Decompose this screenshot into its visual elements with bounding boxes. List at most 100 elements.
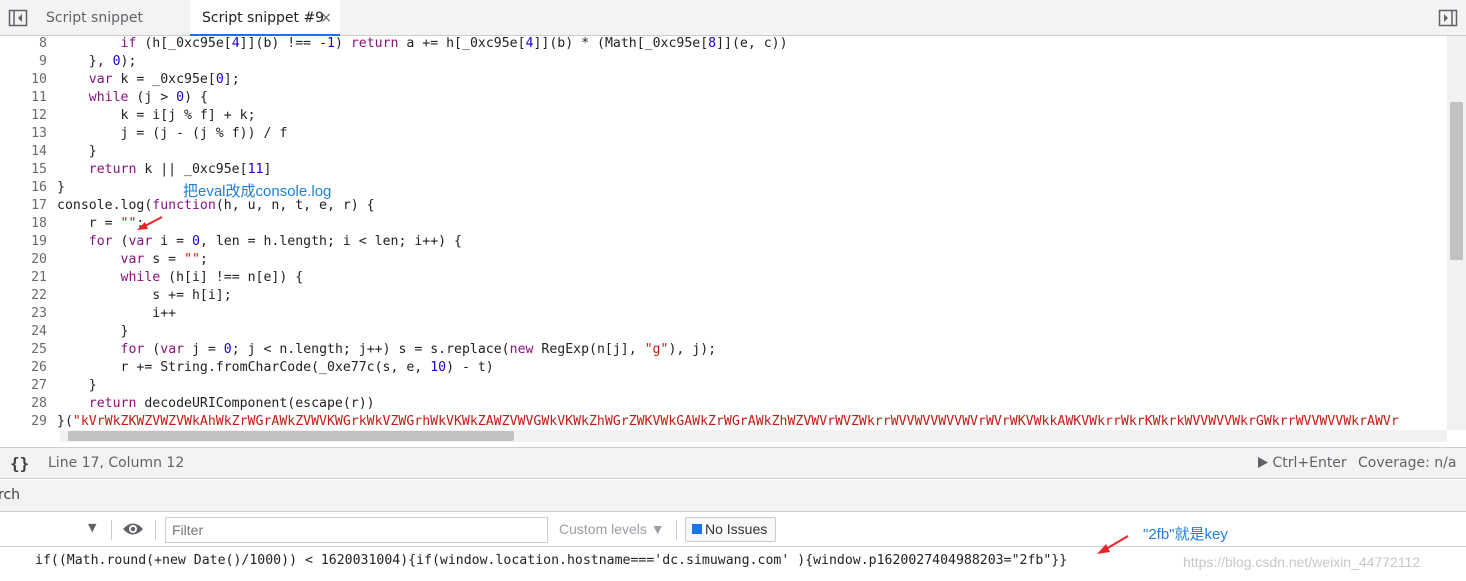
line-number[interactable]: 11 — [0, 89, 47, 107]
line-number[interactable]: 16 — [0, 179, 47, 197]
pretty-print-icon[interactable]: {} — [10, 454, 29, 473]
code-line[interactable]: 29}("kVrWkZKWZVWZVWkAhWkZrWGrAWkZVWVKWGr… — [0, 413, 1447, 430]
code-line[interactable]: 18 r = ""; — [0, 215, 1447, 233]
run-snippet-button[interactable]: Ctrl+Enter — [1258, 455, 1347, 471]
code-token: ] — [263, 162, 272, 177]
code-line[interactable]: 14 } — [0, 143, 1447, 161]
line-number[interactable]: 15 — [0, 161, 47, 179]
code-line[interactable]: 25 for (var j = 0; j < n.length; j++) s … — [0, 341, 1447, 359]
code-token: (h[i] !== n[e]) { — [160, 270, 304, 285]
code-token: while — [120, 270, 161, 285]
code-token: } — [57, 180, 65, 195]
code-token: ) { — [184, 90, 208, 105]
code-token: r += String.fromCharCode(_0xe77c(s, e, — [120, 360, 431, 375]
vertical-scrollbar[interactable] — [1447, 36, 1466, 430]
line-number[interactable]: 17 — [0, 197, 47, 215]
code-line[interactable]: 9 }, 0); — [0, 53, 1447, 71]
code-line[interactable]: 22 s += h[i]; — [0, 287, 1447, 305]
code-token: console.log( — [57, 198, 153, 213]
code-token: var — [160, 342, 185, 357]
code-line[interactable]: 8 if (h[_0xc95e[4]](b) !== -1) return a … — [0, 36, 1447, 53]
tab-script-snippet-15[interactable]: Script snippet #15 — [34, 0, 180, 62]
scrollbar-thumb[interactable] — [68, 431, 514, 441]
line-number[interactable]: 13 — [0, 125, 47, 143]
code-text: } — [57, 377, 97, 395]
code-text: k = i[j % f] + k; — [57, 107, 256, 125]
code-token: ; — [199, 252, 208, 267]
code-token: (j > — [128, 90, 177, 105]
console-output: if((Math.round(+new Date()/1000)) < 1620… — [0, 535, 1466, 581]
code-text: } — [57, 179, 65, 197]
code-line[interactable]: 28 return decodeURIComponent(escape(r)) — [0, 395, 1447, 413]
toggle-debugger-icon[interactable] — [1438, 9, 1458, 27]
code-line[interactable]: 20 var s = ""; — [0, 251, 1447, 269]
line-number[interactable]: 14 — [0, 143, 47, 161]
code-token: ) — [334, 36, 351, 51]
line-number[interactable]: 23 — [0, 305, 47, 323]
code-token: ]](e, c)) — [716, 36, 788, 51]
editor-tab-bar: Script snippet #15 Script snippet #9 × — [0, 0, 1466, 62]
code-line[interactable]: 23 i++ — [0, 305, 1447, 323]
custom-levels-dropdown[interactable]: Custom levels ▼ — [559, 521, 665, 537]
code-line[interactable]: 21 while (h[i] !== n[e]) { — [0, 269, 1447, 287]
line-number[interactable]: 10 — [0, 71, 47, 89]
code-text: s += h[i]; — [57, 287, 231, 305]
code-editor[interactable]: 8 if (h[_0xc95e[4]](b) !== -1) return a … — [0, 36, 1447, 430]
close-tab-icon[interactable]: × — [320, 0, 332, 36]
cursor-position: Line 17, Column 12 — [48, 455, 185, 471]
code-token: k || _0xc95e[ — [136, 162, 248, 177]
line-number[interactable]: 18 — [0, 215, 47, 233]
live-expression-eye-icon[interactable] — [122, 521, 144, 537]
code-line[interactable]: 15 return k || _0xc95e[11] — [0, 161, 1447, 179]
line-number[interactable]: 27 — [0, 377, 47, 395]
code-token: "g" — [644, 342, 669, 357]
context-dropdown-arrow-icon[interactable]: ▼ — [88, 521, 96, 534]
code-token: ]](b) !== — [239, 36, 320, 51]
code-token: j = — [184, 342, 224, 357]
console-toolbar: ▼ Custom levels ▼ No Issues "2fb"就是key — [0, 513, 1466, 547]
code-line[interactable]: 11 while (j > 0) { — [0, 89, 1447, 107]
arrow-icon — [137, 216, 163, 230]
code-line[interactable]: 10 var k = _0xc95e[0]; — [0, 71, 1447, 89]
code-token: while — [88, 90, 129, 105]
code-token: return — [88, 162, 137, 177]
line-number[interactable]: 19 — [0, 233, 47, 251]
line-number[interactable]: 8 — [0, 36, 47, 53]
tab-script-snippet-9[interactable]: Script snippet #9 × — [190, 0, 340, 36]
line-number[interactable]: 26 — [0, 359, 47, 377]
code-line[interactable]: 27 } — [0, 377, 1447, 395]
code-token: a += h[_0xc95e[ — [398, 36, 526, 51]
line-number[interactable]: 24 — [0, 323, 47, 341]
code-token: var — [128, 234, 153, 249]
drawer-tab-search[interactable]: rch — [0, 487, 20, 503]
line-number[interactable]: 12 — [0, 107, 47, 125]
line-number[interactable]: 20 — [0, 251, 47, 269]
code-token: }( — [57, 414, 73, 429]
code-line[interactable]: 12 k = i[j % f] + k; — [0, 107, 1447, 125]
line-number[interactable]: 29 — [0, 413, 47, 430]
code-token: for — [120, 342, 145, 357]
drawer-tab-bar: rch — [0, 480, 1466, 512]
run-shortcut-label: Ctrl+Enter — [1272, 455, 1347, 471]
code-token: s = — [144, 252, 185, 267]
console-filter-input[interactable] — [165, 517, 548, 543]
code-line[interactable]: 24 } — [0, 323, 1447, 341]
code-token: return — [88, 396, 137, 411]
code-token: 4 — [231, 36, 240, 51]
issues-button[interactable]: No Issues — [685, 517, 777, 542]
code-line[interactable]: 26 r += String.fromCharCode(_0xe77c(s, e… — [0, 359, 1447, 377]
toggle-navigator-icon[interactable] — [8, 9, 28, 27]
line-number[interactable]: 9 — [0, 53, 47, 71]
horizontal-scrollbar[interactable] — [60, 430, 1447, 442]
arrow-icon — [1097, 535, 1129, 554]
line-number[interactable]: 25 — [0, 341, 47, 359]
code-line[interactable]: 19 for (var i = 0, len = h.length; i < l… — [0, 233, 1447, 251]
line-number[interactable]: 28 — [0, 395, 47, 413]
editor-status-bar: {} Line 17, Column 12 Ctrl+Enter Coverag… — [0, 447, 1466, 479]
code-text: for (var j = 0; j < n.length; j++) s = s… — [57, 341, 717, 359]
scrollbar-thumb[interactable] — [1450, 102, 1463, 260]
code-line[interactable]: 13 j = (j - (j % f)) / f — [0, 125, 1447, 143]
line-number[interactable]: 21 — [0, 269, 47, 287]
code-token: ]](b) * (Math[_0xc95e[ — [533, 36, 709, 51]
line-number[interactable]: 22 — [0, 287, 47, 305]
